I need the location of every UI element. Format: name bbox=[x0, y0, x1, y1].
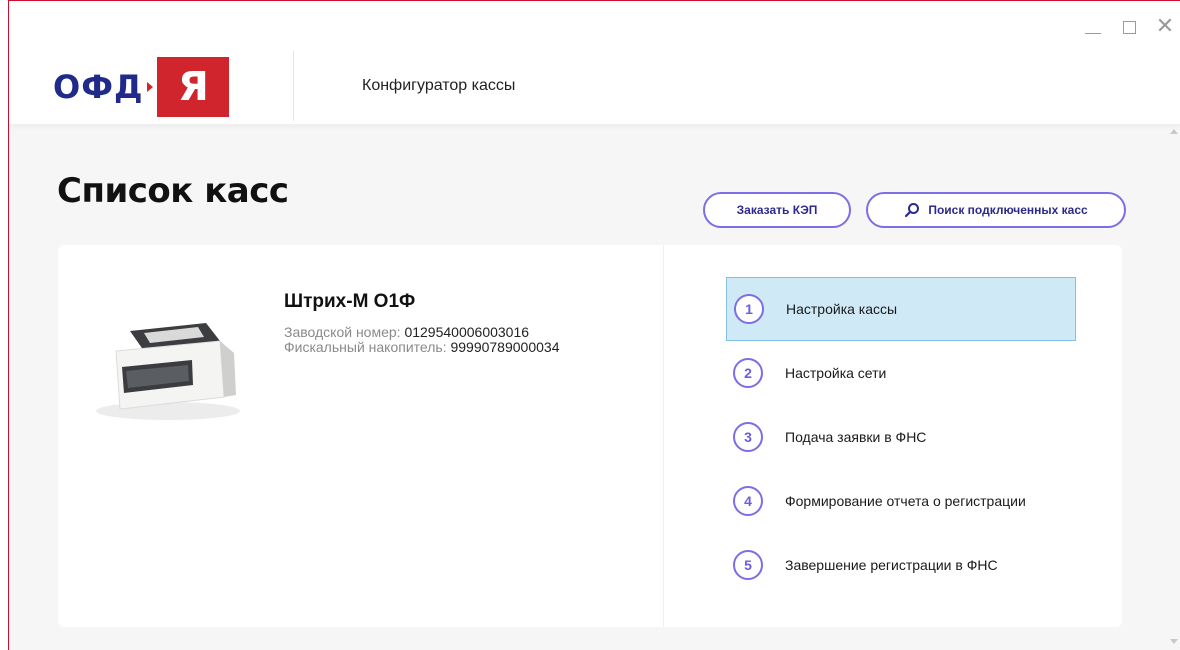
serial-number-value: 0129540006003016 bbox=[404, 324, 530, 340]
window-controls: ✕ bbox=[1083, 16, 1175, 38]
serial-number-label: Заводской номер: bbox=[284, 324, 401, 340]
step-number-badge: 3 bbox=[733, 422, 763, 452]
card-divider bbox=[663, 245, 664, 627]
step-label: Завершение регистрации в ФНС bbox=[785, 557, 998, 573]
app-window: ОФД Я Конфигуратор кассы ✕ Список касс З… bbox=[8, 0, 1180, 650]
serial-number-row: Заводской номер: 0129540006003016 bbox=[284, 325, 559, 340]
logo-text: ОФД bbox=[53, 68, 144, 106]
app-title: Конфигуратор кассы bbox=[362, 77, 516, 94]
fiscal-storage-value: 99990789000034 bbox=[450, 339, 560, 355]
device-info: Заводской номер: 0129540006003016 Фискал… bbox=[284, 325, 559, 355]
step-label: Формирование отчета о регистрации bbox=[785, 493, 1026, 509]
logo-letter: Я bbox=[157, 57, 230, 117]
printer-image bbox=[96, 323, 240, 420]
step-fns-completion[interactable]: 5 Завершение регистрации в ФНС bbox=[726, 533, 1076, 597]
search-connected-label: Поиск подключенных касс bbox=[928, 203, 1088, 217]
step-label: Подача заявки в ФНС bbox=[785, 429, 927, 445]
step-label: Настройка кассы bbox=[786, 301, 898, 317]
search-icon bbox=[905, 203, 920, 218]
minimize-icon[interactable] bbox=[1083, 17, 1103, 37]
step-number-badge: 4 bbox=[733, 486, 763, 516]
device-name: Штрих-М О1Ф bbox=[284, 291, 416, 312]
search-connected-button[interactable]: Поиск подключенных касс bbox=[866, 192, 1126, 228]
register-card: Штрих-М О1Ф Заводской номер: 01295400060… bbox=[58, 245, 1122, 627]
logo-arrow-icon bbox=[147, 82, 154, 92]
app-header: ОФД Я Конфигуратор кассы ✕ bbox=[9, 1, 1180, 124]
step-number-badge: 2 bbox=[733, 358, 763, 388]
order-kep-label: Заказать КЭП bbox=[736, 203, 818, 217]
step-fns-application[interactable]: 3 Подача заявки в ФНС bbox=[726, 405, 1076, 469]
close-icon[interactable]: ✕ bbox=[1155, 16, 1175, 38]
step-register-setup[interactable]: 1 Настройка кассы bbox=[726, 277, 1076, 341]
registration-steps: 1 Настройка кассы 2 Настройка сети 3 Под… bbox=[726, 277, 1076, 597]
fiscal-storage-label: Фискальный накопитель: bbox=[284, 339, 447, 355]
step-number-badge: 1 bbox=[734, 294, 764, 324]
header-divider bbox=[293, 51, 294, 121]
step-registration-report[interactable]: 4 Формирование отчета о регистрации bbox=[726, 469, 1076, 533]
fiscal-storage-row: Фискальный накопитель: 99990789000034 bbox=[284, 340, 559, 355]
step-network-setup[interactable]: 2 Настройка сети bbox=[726, 341, 1076, 405]
scroll-down-arrow-icon[interactable] bbox=[1170, 639, 1178, 644]
scroll-up-arrow-icon[interactable] bbox=[1170, 129, 1178, 134]
step-number-badge: 5 bbox=[733, 550, 763, 580]
step-label: Настройка сети bbox=[785, 365, 887, 381]
maximize-icon[interactable] bbox=[1119, 17, 1139, 37]
order-kep-button[interactable]: Заказать КЭП bbox=[703, 192, 851, 228]
page-title: Список касс bbox=[57, 171, 289, 211]
ofd-ya-logo: ОФД Я bbox=[53, 57, 230, 117]
